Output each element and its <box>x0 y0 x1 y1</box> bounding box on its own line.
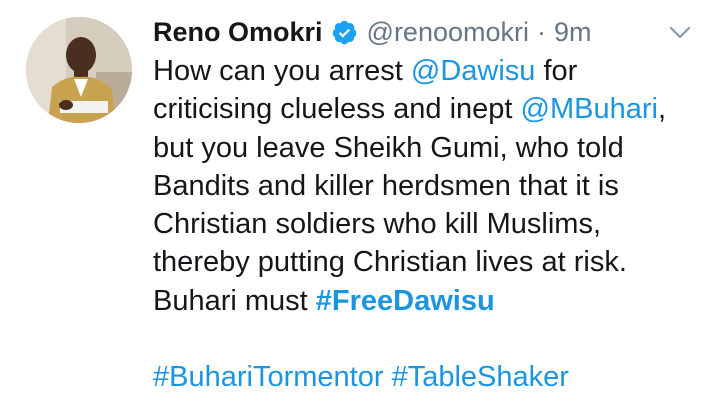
tweet-header: Reno Omokri @renoomokri · 9m <box>153 12 592 52</box>
display-name[interactable]: Reno Omokri <box>153 17 323 48</box>
hashtag-link[interactable]: #TableShaker <box>392 361 569 393</box>
tweet-line: thereby putting Christian lives at risk. <box>153 246 627 279</box>
text-run: Buhari must <box>153 284 316 317</box>
separator-dot: · <box>537 16 546 47</box>
avatar[interactable] <box>26 17 132 123</box>
tweet-text: How can you arrest @Dawisu for criticisi… <box>153 52 713 397</box>
tweet-line: criticising clueless and inept @MBuhari, <box>153 90 713 128</box>
text-run: criticising clueless and inept <box>153 93 521 126</box>
tweet-line: Christian soldiers who kill Muslims, <box>153 208 601 241</box>
mention-link[interactable]: @MBuhari <box>521 93 658 125</box>
tweet-line: Buhari must #FreeDawisu <box>153 282 713 320</box>
tweet-line: How can you arrest @Dawisu for <box>153 52 713 90</box>
tweet-line: #BuhariTormentor #TableShaker <box>153 358 713 396</box>
tweet-line: Bandits and killer herdsmen that it is <box>153 169 619 202</box>
mention-link[interactable]: @Dawisu <box>411 55 536 87</box>
text-run <box>384 361 392 393</box>
hashtag-link[interactable]: #BuhariTormentor <box>153 361 384 393</box>
tweet-line: but you leave Sheikh Gumi, who told <box>153 131 624 164</box>
avatar-photo <box>26 17 132 123</box>
chevron-down-icon[interactable] <box>668 20 692 44</box>
text-run: , <box>657 93 667 126</box>
timestamp[interactable]: 9m <box>554 17 592 48</box>
handle[interactable]: @renoomokri <box>367 17 529 48</box>
text-run: for <box>535 55 578 87</box>
tweet-card: Reno Omokri @renoomokri · 9m How can you… <box>0 0 720 402</box>
verified-badge-icon <box>331 19 358 46</box>
hashtag-link[interactable]: #FreeDawisu <box>316 285 495 317</box>
text-run: How can you arrest <box>153 55 411 87</box>
